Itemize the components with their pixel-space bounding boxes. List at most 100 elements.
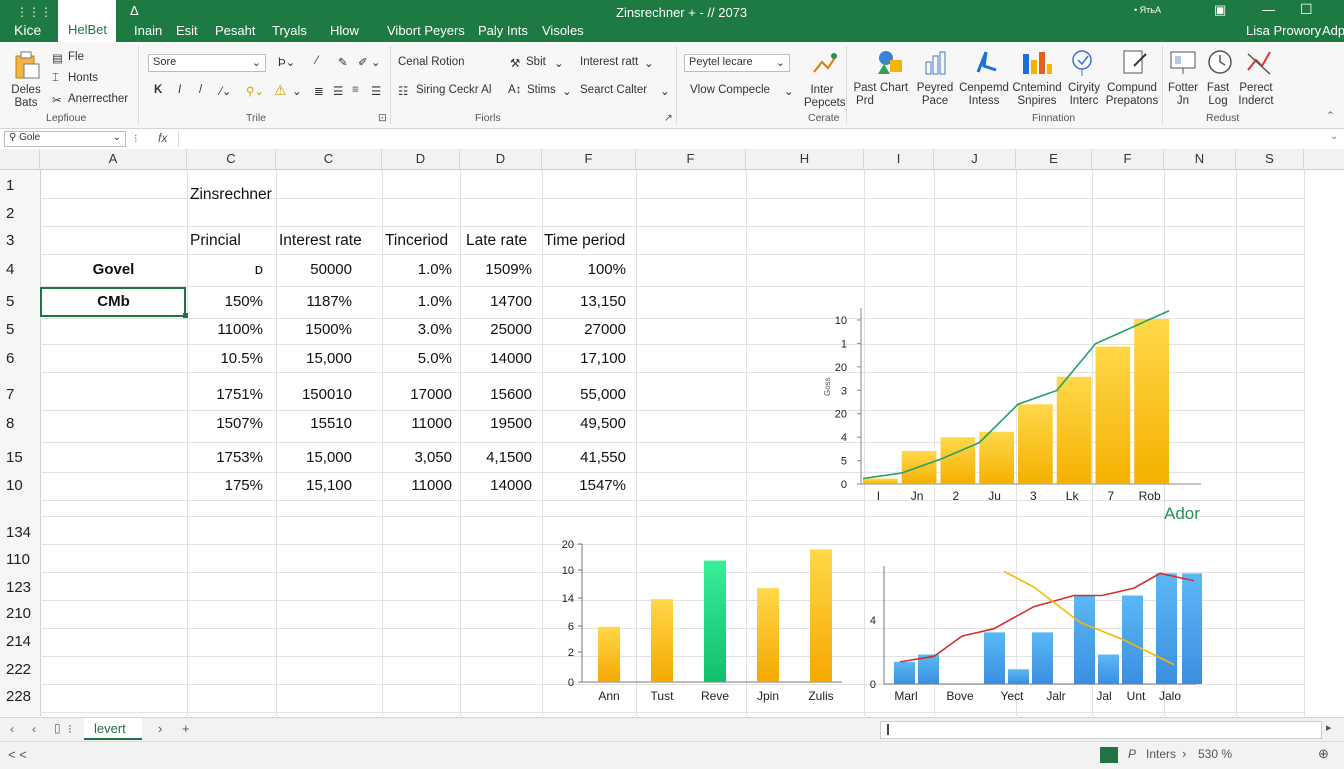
sort-icon[interactable]: A↕ xyxy=(508,84,521,96)
finance-item-5[interactable]: Cntemind Snpires xyxy=(1012,82,1062,108)
bar-chart-icon[interactable] xyxy=(922,48,952,78)
collapse-ribbon-icon[interactable]: ⌃ xyxy=(1326,110,1335,122)
flows-item-5[interactable]: Interest ratt xyxy=(580,56,638,68)
data-cell[interactable]: 11000 xyxy=(382,477,452,494)
redust-item-1[interactable]: Fotter Jn xyxy=(1166,82,1200,108)
name-box[interactable]: ⚲ Gole ⌄ xyxy=(4,131,126,147)
data-cell[interactable]: 1.0% xyxy=(382,261,452,278)
font-name-dropdown[interactable]: Sore ⌄ xyxy=(148,54,266,72)
account-name[interactable]: • ЯтьА xyxy=(1134,5,1161,15)
data-cell[interactable]: 15,100 xyxy=(276,477,352,494)
dialog-launcher-icon[interactable]: ⊡ xyxy=(378,112,387,124)
column-header[interactable]: C xyxy=(187,149,276,169)
redust-item-2[interactable]: Fast Log xyxy=(1204,82,1232,108)
share-icon[interactable]: ▣ xyxy=(1214,2,1226,18)
underline-icon[interactable]: ⁄⌄ xyxy=(220,84,232,98)
data-cell[interactable]: 100% xyxy=(542,261,626,278)
file-icon[interactable]: ▤ xyxy=(52,51,63,65)
zoom-in-icon[interactable]: ⊕ xyxy=(1318,746,1329,762)
document-edit-icon[interactable] xyxy=(1120,48,1150,78)
row-header[interactable]: 123 xyxy=(0,579,40,596)
finance-item-1[interactable]: Past Prd xyxy=(852,82,878,108)
pencil-icon[interactable]: ✎ xyxy=(338,55,348,69)
row-header[interactable]: 134 xyxy=(0,524,40,541)
minimize-icon[interactable]: — xyxy=(1262,2,1275,17)
function-icon[interactable]: fx xyxy=(158,131,167,145)
row-header[interactable]: 8 xyxy=(0,415,40,432)
insert-label[interactable]: Inter Pepcets xyxy=(804,84,846,110)
data-cell[interactable]: 1509% xyxy=(460,261,532,278)
sheet-list-icon[interactable]: ▯ xyxy=(54,721,61,735)
tab-hlow[interactable]: Hlow xyxy=(330,23,359,38)
column-header[interactable]: H xyxy=(746,149,864,169)
column-header[interactable]: A xyxy=(40,149,187,169)
column-header[interactable]: F xyxy=(542,149,636,169)
chart-combo[interactable]: 0 4 Marl Bove Yect Jalr Jal Unt Jalo xyxy=(862,552,1202,710)
data-cell[interactable]: 13,150 xyxy=(542,293,626,310)
chevron-down-icon[interactable]: ⌄ xyxy=(562,84,572,98)
expand-formula-icon[interactable]: ⌄ xyxy=(1330,131,1338,142)
globe-icon[interactable] xyxy=(1068,48,1098,78)
horizontal-scrollbar[interactable] xyxy=(880,721,1322,739)
row-header[interactable]: 4 xyxy=(0,261,40,278)
data-cell[interactable]: 50000 xyxy=(276,261,352,278)
create-dropdown[interactable]: Peytel lecare ⌄ xyxy=(684,54,790,72)
flows-item-1[interactable]: Cenal Rotion xyxy=(398,56,464,68)
account-sub[interactable]: Adp xyxy=(1322,23,1344,38)
clock-icon[interactable] xyxy=(1206,48,1236,78)
finance-item-7[interactable]: Compund Prepatons xyxy=(1104,82,1160,108)
data-cell[interactable]: 10.5% xyxy=(187,350,263,367)
tab-pesaht[interactable]: Pesaht xyxy=(215,23,255,38)
account-label[interactable]: Lisa Prowory xyxy=(1246,23,1321,38)
data-cell[interactable]: 15,000 xyxy=(276,449,352,466)
tab-scroll-prev-icon[interactable]: ‹ xyxy=(10,722,14,736)
data-cell[interactable]: 175% xyxy=(187,477,263,494)
data-cell[interactable]: 15510 xyxy=(276,415,352,432)
arrange-icon[interactable]: ✂ xyxy=(52,93,62,107)
tab-vibort-peyers[interactable]: Vibort Peyers xyxy=(387,23,465,38)
chart-bars[interactable]: 0 2 6 14 10 20 Ann Tust Reve Jpin Zulis xyxy=(556,534,846,710)
align-right-icon[interactable]: ≡ xyxy=(352,84,359,96)
header-cell[interactable]: Tinceriod xyxy=(385,232,448,250)
sheet-tab-active[interactable]: levert xyxy=(84,718,142,740)
dialog-launcher-icon[interactable]: ↗ xyxy=(664,112,673,124)
column-header[interactable]: F xyxy=(636,149,746,169)
chart-growth[interactable]: 0 5 4 20 3 20 1 10 Goss I Jn 2 Ju 3 Lk 7 RobAdor xyxy=(816,300,1216,530)
finance-item-3[interactable]: Peyred Pace xyxy=(914,82,956,108)
column-header[interactable]: I xyxy=(864,149,934,169)
column-header[interactable]: J xyxy=(934,149,1016,169)
data-cell[interactable]: 19500 xyxy=(460,415,532,432)
data-cell[interactable]: 150010 xyxy=(276,386,352,403)
add-sheet-button[interactable]: + xyxy=(182,721,190,736)
row-header[interactable]: 5 xyxy=(0,293,40,310)
save-icon[interactable]: Δ xyxy=(130,3,139,18)
select-all-corner[interactable] xyxy=(0,149,40,169)
data-cell[interactable]: 1507% xyxy=(187,415,263,432)
tab-tryals[interactable]: Tryals xyxy=(272,23,307,38)
file-label[interactable]: Fle xyxy=(68,51,84,63)
justify-icon[interactable]: ☰ xyxy=(371,84,381,98)
chevron-down-icon[interactable]: ⌄ xyxy=(660,84,670,98)
finance-item-6[interactable]: Ciryity Interc xyxy=(1064,82,1104,108)
row-header[interactable]: 1 xyxy=(0,177,40,194)
page-view-icon[interactable]: P xyxy=(1128,747,1136,761)
chevron-down-icon[interactable]: ⌄ xyxy=(784,84,794,98)
scroll-right-icon[interactable]: ▸ xyxy=(1326,721,1332,734)
data-cell[interactable]: 49,500 xyxy=(542,415,626,432)
data-cell[interactable]: 4,1500 xyxy=(460,449,532,466)
pen-icon[interactable]: ⁄ xyxy=(316,55,318,67)
more-options-icon[interactable]: ⁝ xyxy=(134,132,138,145)
data-cell[interactable]: 11000 xyxy=(382,415,452,432)
insert-icon[interactable] xyxy=(810,50,840,80)
data-cell[interactable]: 150% xyxy=(187,293,263,310)
tab-esit[interactable]: Esit xyxy=(176,23,198,38)
split-icon[interactable]: ⚒ xyxy=(510,56,520,70)
arrange-label[interactable]: Anerrecther xyxy=(68,93,128,105)
format-painter-icon[interactable]: Ϸ⌄ xyxy=(278,55,295,69)
undo-icon[interactable]: Λ xyxy=(78,3,87,18)
data-cell[interactable]: 1100% xyxy=(187,321,263,338)
row-header[interactable]: 3 xyxy=(0,232,40,249)
data-cell[interactable]: 25000 xyxy=(460,321,532,338)
more-sheets-icon[interactable]: ⁝ xyxy=(68,722,72,736)
italic-icon[interactable]: I xyxy=(178,84,181,96)
